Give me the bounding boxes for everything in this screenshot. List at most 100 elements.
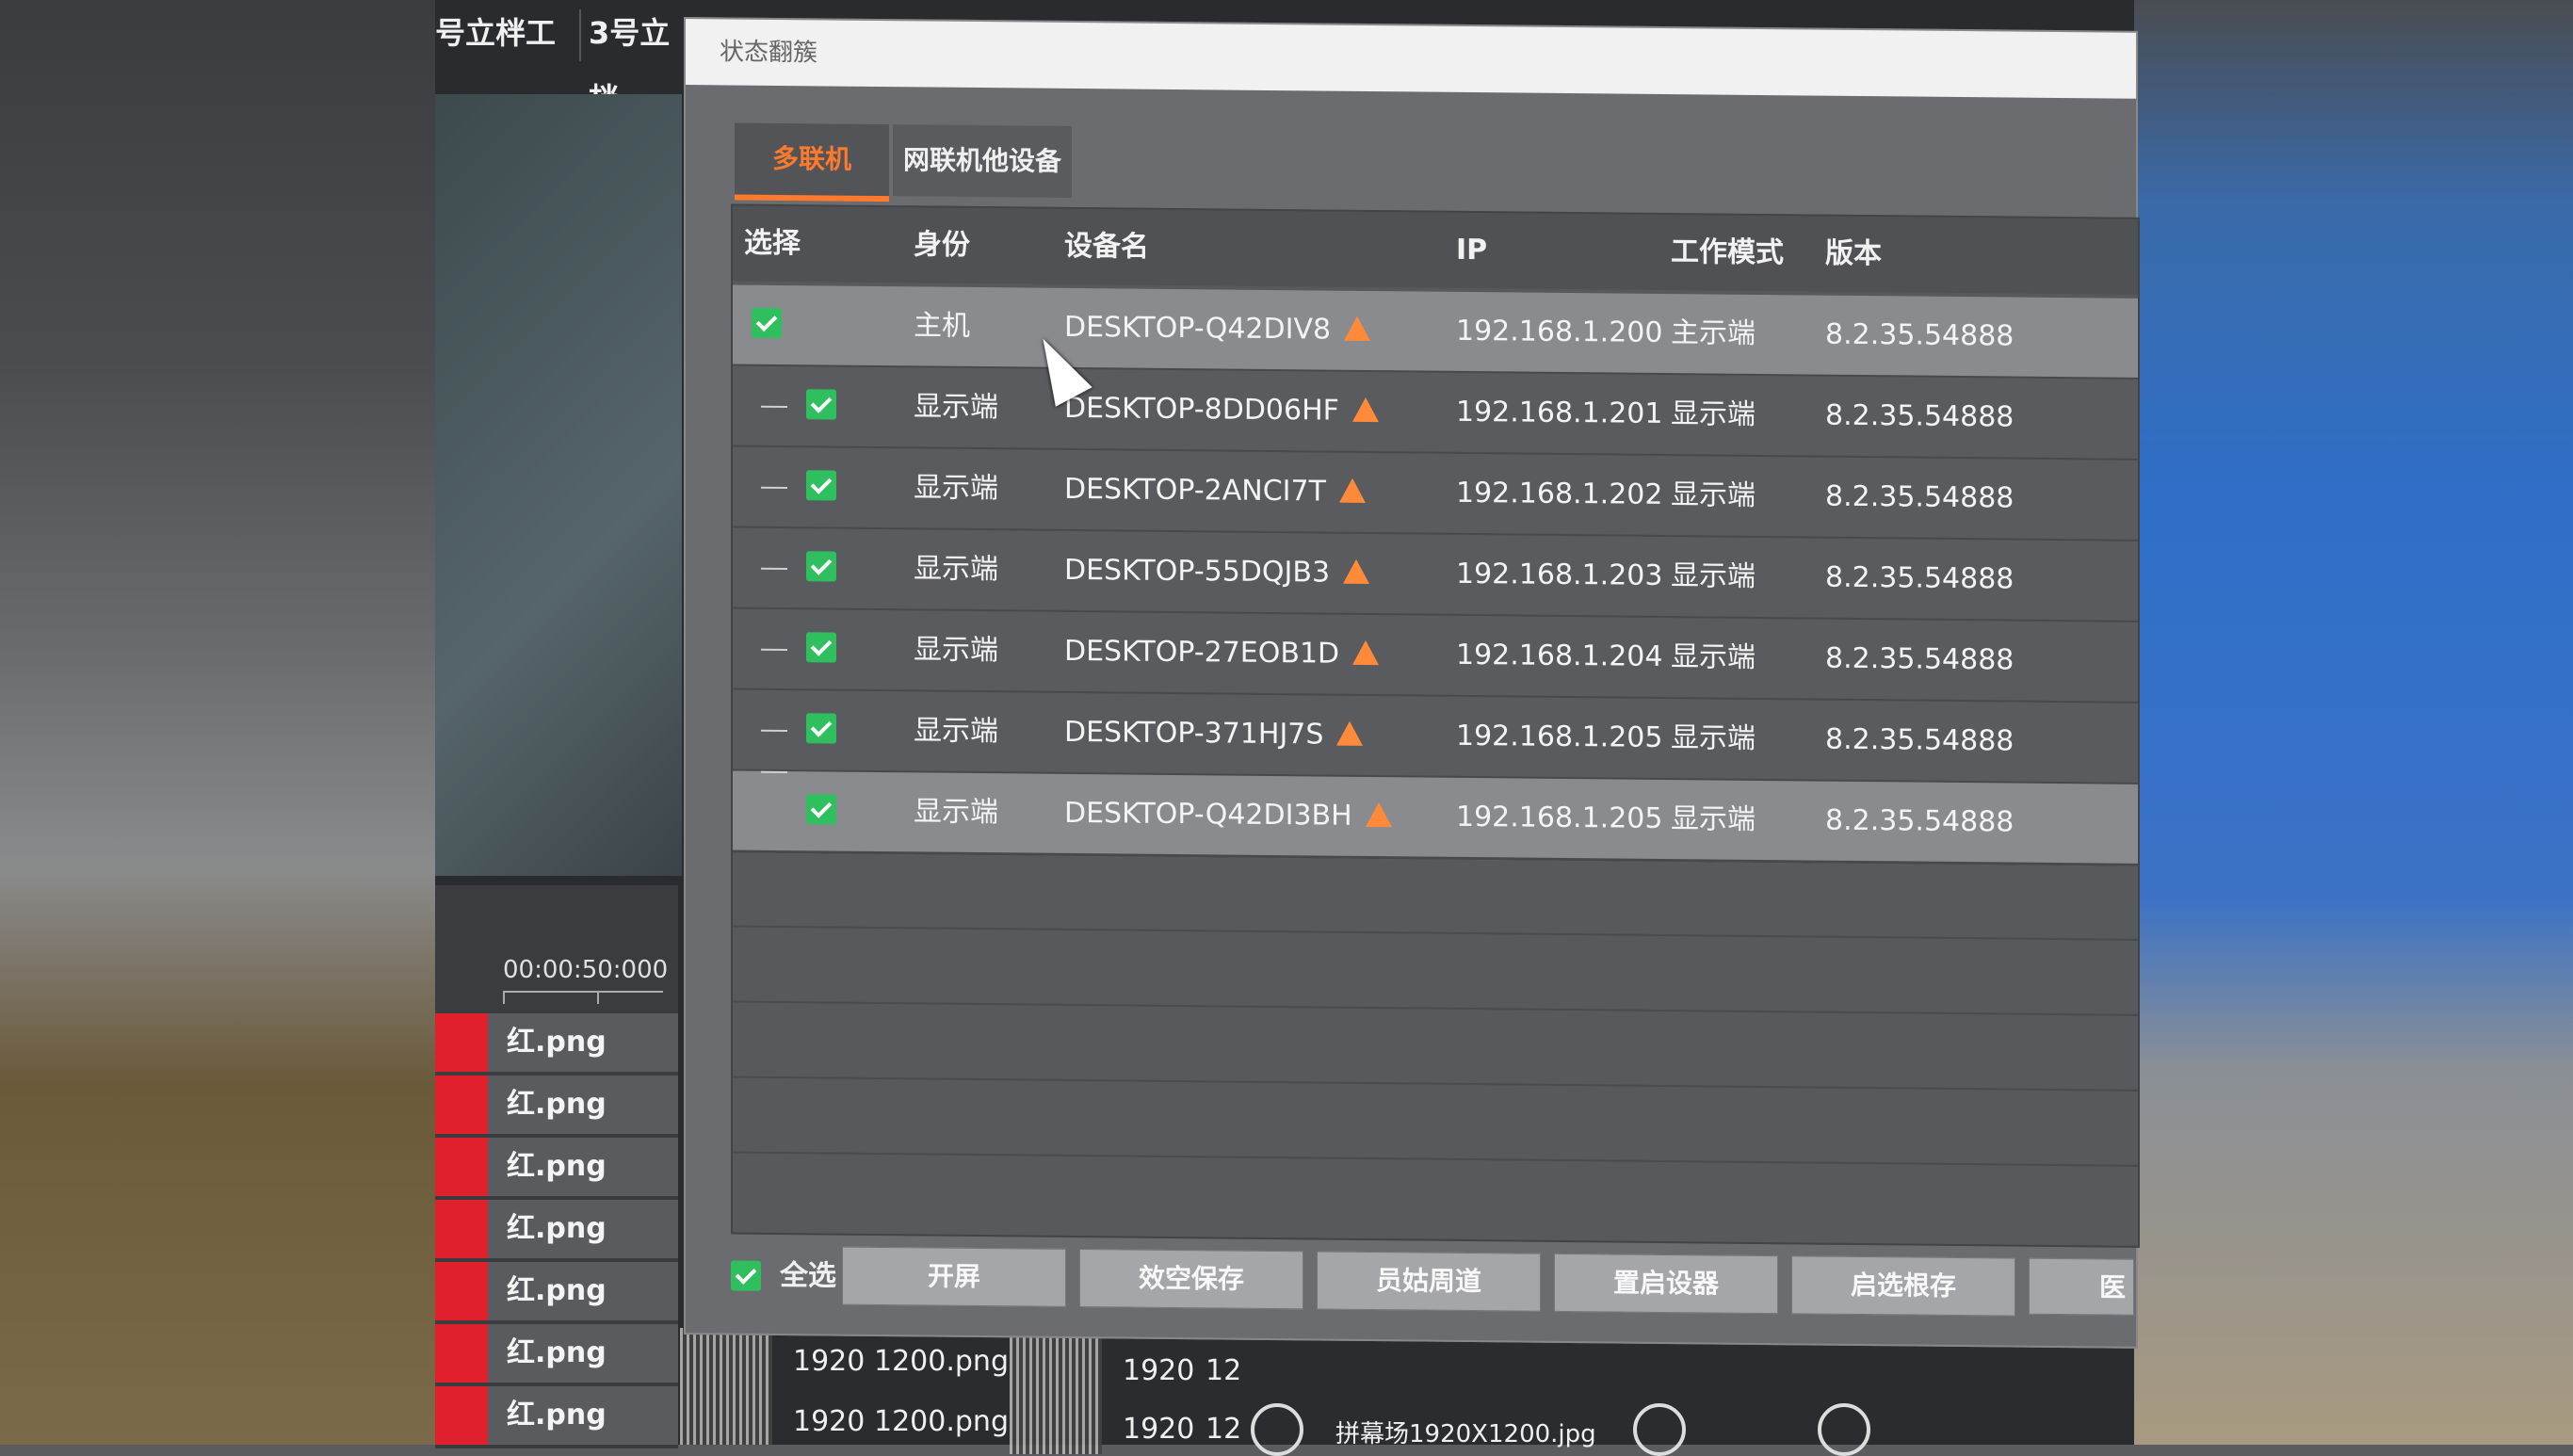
track-color-bar [435,1324,488,1383]
action-button-2[interactable]: 效空保存 [1079,1249,1303,1310]
clip-thumbnail[interactable] [680,1328,772,1445]
device-name: DESKTOP-27EOB1D [1064,634,1340,671]
cell-ip: 192.168.1.201 [1456,395,1663,430]
clip-width: 1920 [793,1345,866,1378]
dialog-title: 状态翻簇 [720,38,818,68]
cell-role: 显示端 [914,633,998,668]
action-button-6[interactable]: 医 [2029,1257,2134,1316]
table-row[interactable]: 显示端 DESKTOP-371HJ7S 192.168.1.205 显示端 8.… [733,689,2138,785]
video-preview [435,94,682,876]
row-checkbox[interactable] [806,551,836,582]
action-button-1[interactable]: 开屏 [842,1246,1066,1307]
timeline-track[interactable]: 红.png [435,1386,678,1448]
tree-branch [761,770,787,774]
timecode: 00:00:50:000 [503,956,669,984]
cell-ip: 192.168.1.204 [1456,638,1663,673]
clip-thumbnail[interactable] [1010,1337,1102,1454]
cell-mode: 显示端 [1671,397,1756,431]
col-role: 身份 [914,228,970,262]
action-button-3[interactable]: 员姑周道 [1317,1251,1541,1312]
top-tab-1[interactable]: 号立柈工 [435,0,576,66]
tree-branch [761,486,787,490]
tab-multi-link[interactable]: 多联机 [735,122,889,202]
table-row[interactable]: 显示端 DESKTOP-2ANCI7T 192.168.1.202 显示端 8.… [733,446,2138,542]
track-label: 红.png [507,1026,607,1059]
clip-name: 12 [1206,1413,1242,1446]
clip-name: 12 [1206,1354,1242,1387]
clip-width: 1920 [793,1405,866,1438]
row-checkbox[interactable] [806,794,836,825]
cell-ip: 192.168.1.205 [1456,719,1663,754]
select-all-checkbox[interactable] [731,1260,761,1291]
clip-name: 1200.png [874,1405,1009,1438]
timeline-track[interactable]: 红.png [435,1324,678,1386]
play-icon[interactable] [1251,1403,1303,1456]
cell-mode: 显示端 [1671,721,1756,755]
cell-role: 显示端 [914,714,998,749]
table-row[interactable]: 显示端 DESKTOP-Q42DI3BH 192.168.1.205 显示端 8… [733,770,2138,866]
row-checkbox[interactable] [752,307,782,338]
warning-icon [1352,639,1380,665]
tree-branch [761,405,787,409]
table-row[interactable]: 显示端 DESKTOP-27EOB1D 192.168.1.204 显示端 8.… [733,608,2138,704]
dialog-titlebar[interactable]: 状态翻簇 [686,19,2136,99]
cell-version: 8.2.35.54888 [1825,398,2015,434]
col-version: 版本 [1825,236,1882,271]
empty-row [733,927,2138,1016]
play-icon[interactable] [1818,1403,1870,1456]
row-checkbox[interactable] [806,632,836,663]
track-color-bar [435,1200,488,1258]
cell-mode: 主示端 [1671,316,1756,350]
play-icon[interactable] [1633,1403,1686,1456]
cell-ip: 192.168.1.202 [1456,476,1663,511]
warning-icon [1338,477,1366,503]
tab-other-devices[interactable]: 网联机他设备 [893,124,1072,198]
cell-ip: 192.168.1.203 [1456,557,1663,592]
warning-icon [1365,801,1392,827]
track-label: 红.png [507,1336,607,1369]
tree-branch [761,729,787,733]
cell-version: 8.2.35.54888 [1825,722,2015,758]
table-row[interactable]: 主机 DESKTOP-Q42DIV8 192.168.1.200 主示端 8.2… [733,284,2138,380]
ruler-tick [503,991,505,1004]
timeline-ruler[interactable] [503,991,663,993]
row-checkbox[interactable] [806,389,836,420]
timeline-track[interactable]: 红.png [435,1013,678,1076]
cell-role: 显示端 [914,390,998,425]
cell-version: 8.2.35.54888 [1825,317,2015,353]
cell-device: DESKTOP-27EOB1D [1064,612,1380,694]
row-checkbox[interactable] [806,470,836,501]
dialog-footer: 全选 开屏 效空保存 员姑周道 置启设器 启选根存 医 [731,1243,2136,1324]
tree-branch [761,648,787,652]
timeline-track[interactable]: 红.png [435,1262,678,1324]
timeline-track[interactable]: 红.png [435,1138,678,1200]
cell-ip: 192.168.1.205 [1456,800,1663,835]
track-label: 红.png [507,1088,607,1121]
track-color-bar [435,1013,488,1072]
device-name: DESKTOP-8DD06HF [1064,391,1339,428]
cell-device: DESKTOP-55DQJB3 [1064,531,1370,613]
top-tab-2[interactable]: 3号立柈 [589,0,692,117]
col-select: 选择 [744,226,801,261]
warning-icon [1344,315,1371,341]
table-row[interactable]: 显示端 DESKTOP-55DQJB3 192.168.1.203 显示端 8.… [733,527,2138,623]
action-button-4[interactable]: 置启设器 [1554,1253,1778,1315]
timeline-track[interactable]: 红.png [435,1200,678,1262]
cell-device: DESKTOP-8DD06HF [1064,369,1379,451]
cell-version: 8.2.35.54888 [1825,479,2015,515]
action-button-5[interactable]: 启选根存 [1791,1255,2015,1317]
blurred-background-left [0,0,435,1445]
cell-device: DESKTOP-Q42DI3BH [1064,774,1392,856]
track-color-bar [435,1262,488,1320]
cell-version: 8.2.35.54888 [1825,641,2015,677]
timeline-track[interactable]: 红.png [435,1076,678,1138]
track-label: 红.png [507,1212,607,1245]
cell-role: 显示端 [914,552,998,587]
row-checkbox[interactable] [806,713,836,744]
select-all-label: 全选 [780,1258,836,1293]
table-row[interactable]: 显示端 DESKTOP-8DD06HF 192.168.1.201 显示端 8.… [733,365,2138,461]
warning-icon [1351,396,1379,422]
track-color-bar [435,1386,488,1445]
track-color-bar [435,1076,488,1134]
warning-icon [1336,720,1364,746]
